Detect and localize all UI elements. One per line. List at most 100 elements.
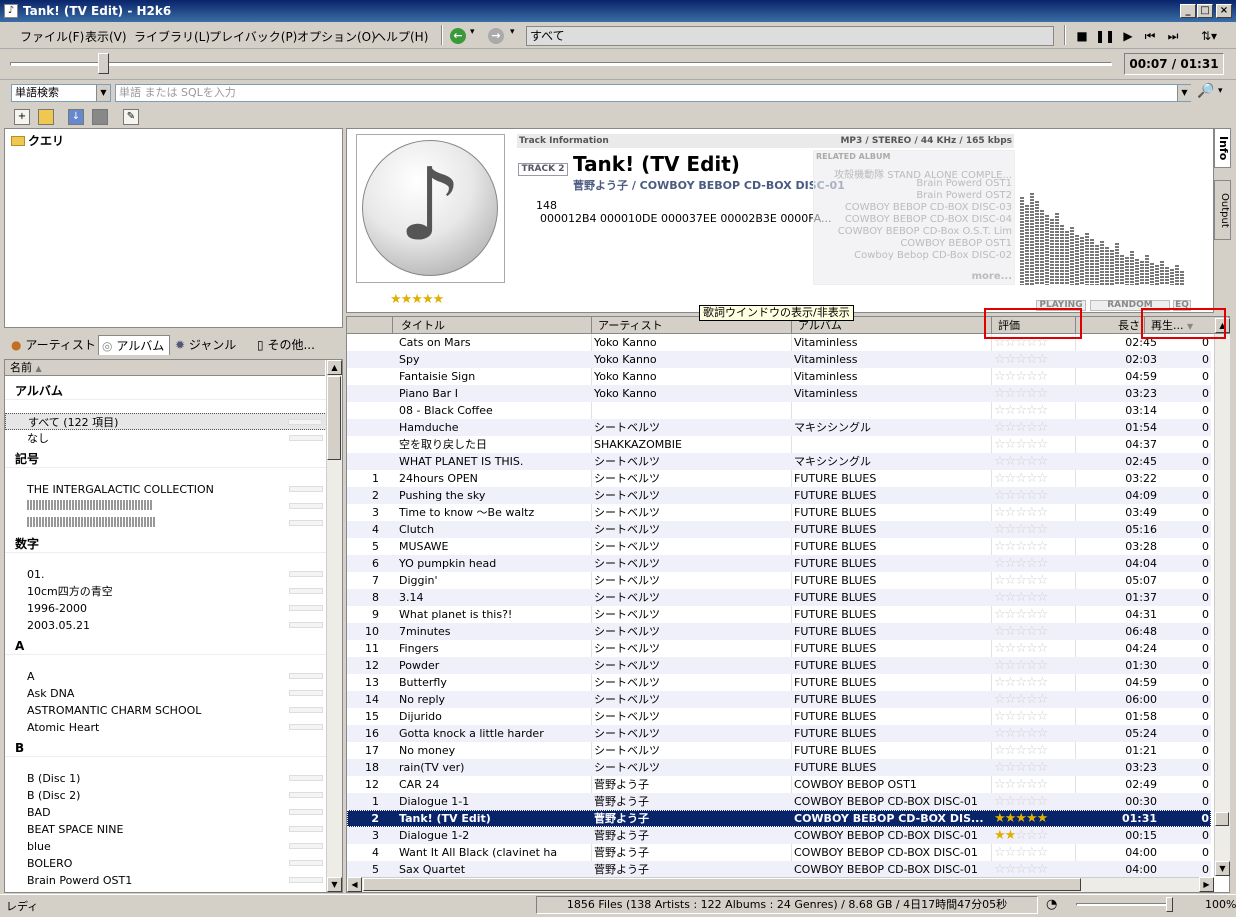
star-icon[interactable]: ☆ bbox=[1015, 420, 1027, 435]
star-icon[interactable]: ☆ bbox=[1026, 369, 1038, 384]
seek-thumb[interactable] bbox=[98, 53, 110, 74]
track-rating-stars[interactable]: ☆☆☆☆☆ bbox=[994, 436, 1076, 453]
track-rating-stars[interactable]: ☆☆☆☆☆ bbox=[994, 419, 1076, 436]
track-rating-stars[interactable]: ★★☆☆☆ bbox=[994, 827, 1076, 844]
star-icon[interactable]: ☆ bbox=[994, 539, 1006, 554]
minimize-button[interactable]: _ bbox=[1180, 4, 1196, 18]
star-icon[interactable]: ☆ bbox=[1015, 641, 1027, 656]
star-icon[interactable]: ☆ bbox=[1026, 794, 1038, 809]
star-icon[interactable]: ☆ bbox=[1026, 556, 1038, 571]
menu-view[interactable]: 表示(V) bbox=[85, 28, 127, 45]
track-row[interactable]: 8 3.14 シートベルツ FUTURE BLUES ☆☆☆☆☆ 01:37 0 bbox=[347, 589, 1211, 606]
star-icon[interactable]: ☆ bbox=[994, 692, 1006, 707]
track-list-hscroll-thumb[interactable] bbox=[363, 878, 1081, 891]
star-icon[interactable]: ☆ bbox=[1005, 488, 1017, 503]
star-icon[interactable]: ☆ bbox=[1026, 675, 1038, 690]
star-icon[interactable]: ☆ bbox=[1026, 607, 1038, 622]
track-rating-stars[interactable]: ☆☆☆☆☆ bbox=[994, 538, 1076, 555]
star-icon[interactable]: ☆ bbox=[1015, 709, 1027, 724]
track-rating-stars[interactable]: ☆☆☆☆☆ bbox=[994, 606, 1076, 623]
related-album-item[interactable]: Brain Powerd OST2 bbox=[916, 190, 1012, 201]
track-row[interactable]: 2 Pushing the sky シートベルツ FUTURE BLUES ☆☆☆☆☆ 0… bbox=[347, 487, 1211, 504]
star-icon[interactable]: ☆ bbox=[1037, 522, 1049, 537]
import-icon[interactable]: ↓ bbox=[68, 109, 84, 125]
star-icon[interactable]: ★ bbox=[1005, 811, 1017, 826]
star-icon[interactable]: ★ bbox=[1015, 811, 1027, 826]
related-album-item[interactable]: COWBOY BEBOP CD-BOX DISC-04 bbox=[845, 214, 1012, 225]
play-icon[interactable]: ▶ bbox=[1118, 27, 1138, 45]
track-list-scroll-thumb[interactable] bbox=[1215, 812, 1229, 826]
star-icon[interactable]: ☆ bbox=[1015, 760, 1027, 775]
star-icon[interactable]: ☆ bbox=[1005, 624, 1017, 639]
star-icon[interactable]: ☆ bbox=[1005, 505, 1017, 520]
star-icon[interactable]: ☆ bbox=[1005, 709, 1017, 724]
star-icon[interactable]: ★ bbox=[1037, 811, 1049, 826]
column-header-track[interactable] bbox=[347, 317, 393, 334]
album-item[interactable]: A bbox=[5, 668, 327, 685]
close-button[interactable]: × bbox=[1216, 4, 1232, 18]
star-icon[interactable]: ☆ bbox=[1037, 556, 1049, 571]
track-row[interactable]: 空を取り戻した日 SHAKKAZOMBIE ☆☆☆☆☆ 04:37 0 bbox=[347, 436, 1211, 453]
star-icon[interactable]: ☆ bbox=[1005, 454, 1017, 469]
star-icon[interactable]: ☆ bbox=[1026, 777, 1038, 792]
track-row[interactable]: 4 Want It All Black (clavinet ha 菅野よう子 COWB… bbox=[347, 844, 1211, 861]
star-icon[interactable]: ☆ bbox=[1037, 760, 1049, 775]
album-item[interactable]: blue bbox=[5, 838, 327, 855]
forward-dropdown-icon[interactable]: ▾ bbox=[510, 27, 515, 37]
back-dropdown-icon[interactable]: ▾ bbox=[470, 27, 475, 37]
track-row[interactable]: WHAT PLANET IS THIS. シートベルツ マキシシングル ☆☆☆☆☆ 02… bbox=[347, 453, 1211, 470]
album-item[interactable]: 10cm四方の青空 bbox=[5, 583, 327, 600]
star-icon[interactable]: ☆ bbox=[1037, 607, 1049, 622]
star-icon[interactable]: ☆ bbox=[994, 709, 1006, 724]
scroll-left-button[interactable]: ◀ bbox=[347, 877, 362, 892]
track-row[interactable]: 3 Time to know ～Be waltz シートベルツ FUTURE BLUE… bbox=[347, 504, 1211, 521]
album-item[interactable]: BEAT SPACE NINE bbox=[5, 821, 327, 838]
star-icon[interactable]: ☆ bbox=[1037, 862, 1049, 877]
star-icon[interactable]: ☆ bbox=[1026, 505, 1038, 520]
star-icon[interactable]: ☆ bbox=[1005, 471, 1017, 486]
star-icon[interactable]: ☆ bbox=[1015, 369, 1027, 384]
album-item[interactable]: B (Disc 2) bbox=[5, 787, 327, 804]
chevron-down-icon[interactable]: ▼ bbox=[96, 85, 110, 101]
track-row[interactable]: 12 Powder シートベルツ FUTURE BLUES ☆☆☆☆☆ 01:30 0 bbox=[347, 657, 1211, 674]
star-icon[interactable]: ☆ bbox=[1026, 862, 1038, 877]
star-icon[interactable]: ☆ bbox=[1005, 539, 1017, 554]
menu-options[interactable]: オプション(O) bbox=[297, 28, 376, 45]
tab-info[interactable]: Info bbox=[1214, 128, 1231, 168]
star-icon[interactable]: ☆ bbox=[1026, 471, 1038, 486]
star-icon[interactable]: ☆ bbox=[1026, 692, 1038, 707]
track-row[interactable]: 1 Dialogue 1-1 菅野よう子 COWBOY BEBOP CD-BOX DI… bbox=[347, 793, 1211, 810]
star-icon[interactable]: ☆ bbox=[1005, 420, 1017, 435]
album-item[interactable]: Brain Powerd OST1 bbox=[5, 872, 327, 889]
album-list-scroll-thumb[interactable] bbox=[327, 376, 341, 460]
track-rating-stars[interactable]: ☆☆☆☆☆ bbox=[994, 691, 1076, 708]
search-options-dropdown-icon[interactable]: ▾ bbox=[1218, 86, 1223, 96]
album-item[interactable]: すべて (122 項目) bbox=[5, 413, 327, 430]
star-icon[interactable]: ☆ bbox=[1037, 437, 1049, 452]
tab-output[interactable]: Output bbox=[1214, 180, 1231, 240]
star-icon[interactable]: ☆ bbox=[1015, 386, 1027, 401]
pause-icon[interactable]: ❚❚ bbox=[1095, 27, 1115, 45]
star-icon[interactable]: ☆ bbox=[1005, 692, 1017, 707]
track-rating-stars[interactable]: ☆☆☆☆☆ bbox=[994, 453, 1076, 470]
forward-icon[interactable]: → bbox=[488, 28, 504, 44]
star-icon[interactable]: ☆ bbox=[994, 573, 1006, 588]
new-query-icon[interactable]: + bbox=[14, 109, 30, 125]
star-icon[interactable]: ☆ bbox=[1026, 624, 1038, 639]
star-icon[interactable]: ★ bbox=[1005, 828, 1017, 843]
star-icon[interactable]: ☆ bbox=[994, 403, 1006, 418]
star-icon[interactable]: ☆ bbox=[1037, 658, 1049, 673]
star-icon[interactable]: ☆ bbox=[1026, 386, 1038, 401]
star-icon[interactable]: ☆ bbox=[1005, 437, 1017, 452]
star-icon[interactable]: ☆ bbox=[1026, 437, 1038, 452]
track-rating-stars[interactable]: ☆☆☆☆☆ bbox=[994, 742, 1076, 759]
star-icon[interactable]: ☆ bbox=[994, 420, 1006, 435]
album-list-header[interactable]: 名前 ▲ bbox=[5, 360, 325, 376]
star-icon[interactable]: ☆ bbox=[1005, 573, 1017, 588]
star-icon[interactable]: ☆ bbox=[1015, 862, 1027, 877]
star-icon[interactable]: ☆ bbox=[1026, 743, 1038, 758]
track-rating-stars[interactable]: ☆☆☆☆☆ bbox=[994, 623, 1076, 640]
track-row[interactable]: 4 Clutch シートベルツ FUTURE BLUES ☆☆☆☆☆ 05:16 0 bbox=[347, 521, 1211, 538]
track-row[interactable]: 5 MUSAWE シートベルツ FUTURE BLUES ☆☆☆☆☆ 03:28 0 bbox=[347, 538, 1211, 555]
track-rating-stars[interactable]: ☆☆☆☆☆ bbox=[994, 402, 1076, 419]
